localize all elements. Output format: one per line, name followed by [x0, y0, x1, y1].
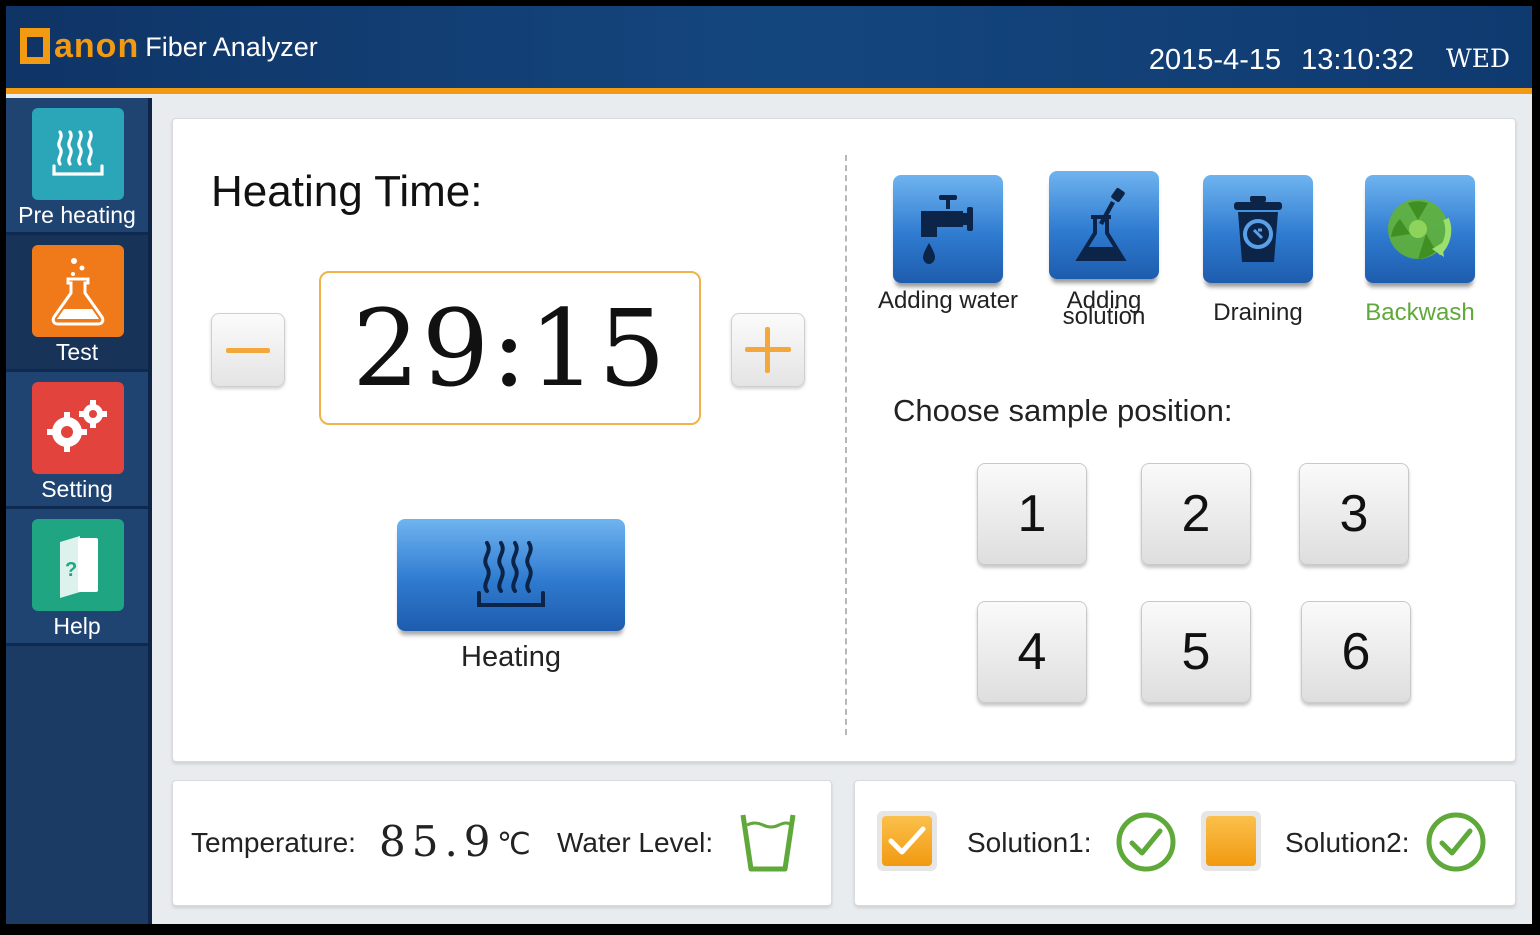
sidebar-item-label: Setting: [41, 476, 113, 502]
draining-label: Draining: [1213, 299, 1303, 326]
logo-mark-icon: [20, 28, 50, 64]
gears-icon: [32, 382, 124, 474]
draining-button[interactable]: [1203, 175, 1313, 283]
flask-icon: [32, 245, 124, 337]
sidebar-item-pre-heating[interactable]: Pre heating: [6, 98, 148, 235]
product-name: Fiber Analyzer: [145, 32, 318, 62]
faucet-icon: [921, 195, 973, 264]
solution1-checkbox[interactable]: [877, 811, 937, 871]
temperature-label: Temperature:: [191, 827, 356, 858]
check-mark-icon: [888, 826, 926, 855]
plus-icon: [745, 327, 791, 373]
decrease-time-button[interactable]: [211, 313, 285, 387]
water-cup-icon: [740, 814, 796, 872]
time-text: 13:10:32: [1301, 44, 1414, 76]
main-panel: Heating Time: 29:15 Heating Adding water…: [172, 118, 1516, 762]
flask-dropper-icon: [1075, 188, 1127, 261]
sample-position-3-button[interactable]: 3: [1299, 463, 1409, 565]
sample-position-title: Choose sample position:: [893, 393, 1233, 428]
date-text: 2015-4-15: [1148, 44, 1282, 76]
sample-position-5-button[interactable]: 5: [1141, 601, 1251, 703]
sample-position-4-button[interactable]: 4: [977, 601, 1087, 703]
recycle-icon: [1388, 199, 1452, 259]
heating-time-display: 29:15: [319, 271, 701, 425]
sidebar-item-label: Pre heating: [18, 202, 136, 228]
heat-waves-icon: [477, 541, 545, 607]
increase-time-button[interactable]: [731, 313, 805, 387]
adding-water-label: Adding water: [877, 287, 1019, 314]
water-level-label: Water Level:: [557, 827, 714, 858]
app-window: anon Fiber Analyzer 2015-4-15 13:10:32 W…: [6, 6, 1532, 924]
solution-panel: Solution1: Solution2:: [854, 780, 1516, 906]
timer-value: 29:15: [352, 286, 668, 410]
sample-position-6-button[interactable]: 6: [1301, 601, 1411, 703]
heating-button[interactable]: [397, 519, 625, 631]
solution1-ok-icon: [1116, 812, 1176, 872]
sidebar: Pre heating Test Setting ? Help: [6, 98, 152, 924]
adding-solution-label: Adding solution: [1062, 287, 1146, 330]
help-book-icon: ?: [32, 519, 124, 611]
backwash-label: Backwash: [1365, 299, 1475, 326]
sample-position-2-button[interactable]: 2: [1141, 463, 1251, 565]
logo: anon Fiber Analyzer: [20, 28, 318, 64]
sidebar-item-label: Test: [55, 339, 99, 365]
datetime: 2015-4-15 13:10:32 WED: [1149, 44, 1510, 77]
sample-position-1-button[interactable]: 1: [977, 463, 1087, 565]
heating-time-title: Heating Time:: [211, 167, 483, 216]
brand-name: anon: [54, 27, 140, 65]
solution2-checkbox[interactable]: [1201, 811, 1261, 871]
temperature-value: 85.9: [379, 817, 497, 866]
heating-button-label: Heating: [461, 641, 561, 673]
temperature-unit: ℃: [497, 828, 531, 861]
minus-icon: [226, 347, 270, 353]
solution2-ok-icon: [1426, 812, 1486, 872]
svg-text:?: ?: [65, 559, 77, 581]
trash-can-icon: [1234, 196, 1282, 262]
sidebar-item-test[interactable]: Test: [6, 235, 148, 372]
heat-waves-icon: [32, 108, 124, 200]
temperature-panel: Temperature: 85.9 ℃ Water Level:: [172, 780, 832, 906]
backwash-button[interactable]: [1365, 175, 1475, 283]
header-bar: anon Fiber Analyzer 2015-4-15 13:10:32 W…: [6, 6, 1532, 94]
adding-water-button[interactable]: [893, 175, 1003, 283]
solution2-label: Solution2:: [1285, 827, 1410, 858]
sidebar-item-help[interactable]: ? Help: [6, 509, 148, 646]
adding-solution-button[interactable]: [1049, 171, 1159, 279]
section-divider: [845, 155, 847, 735]
solution1-label: Solution1:: [967, 827, 1092, 858]
sidebar-item-setting[interactable]: Setting: [6, 372, 148, 509]
sidebar-item-label: Help: [53, 613, 101, 639]
weekday-text: WED: [1446, 44, 1510, 73]
